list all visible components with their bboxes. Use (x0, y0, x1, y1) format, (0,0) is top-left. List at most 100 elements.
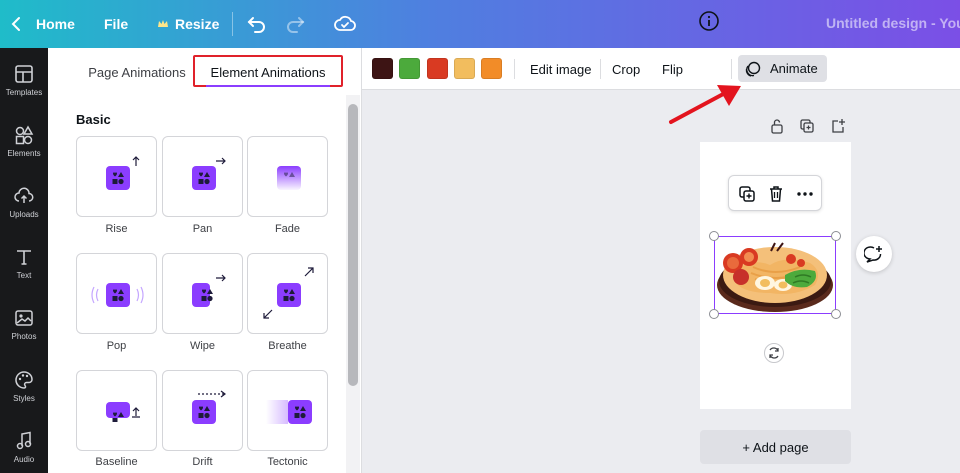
rail-label: Uploads (9, 210, 39, 219)
animation-tile-tectonic[interactable] (247, 370, 328, 451)
rail-item-text[interactable]: Text (0, 247, 48, 299)
animation-label: Pan (192, 223, 213, 235)
active-tab-indicator (206, 85, 330, 87)
resize-handle[interactable] (709, 309, 719, 319)
arrow-up-icon (132, 156, 140, 166)
rail-label: Styles (13, 394, 35, 403)
animation-label: Fade (274, 223, 301, 235)
selection-box (714, 236, 836, 314)
arrow-up-baseline-icon (132, 407, 140, 418)
animation-tile-rise[interactable] (76, 136, 157, 217)
home-button[interactable]: Home (10, 8, 75, 40)
animation-tile-breathe[interactable] (247, 253, 328, 334)
color-swatch[interactable] (427, 58, 448, 79)
animation-tile-pop[interactable] (76, 253, 157, 334)
resize-label: Resize (175, 16, 220, 32)
more-options-icon[interactable] (795, 184, 815, 204)
element-context-menu (728, 175, 822, 211)
arrow-right-icon (216, 274, 226, 282)
motion-trail (266, 400, 288, 424)
duplicate-page-icon[interactable] (799, 118, 815, 134)
text-icon (17, 250, 31, 265)
animation-tile-pan[interactable] (162, 136, 243, 217)
color-swatch[interactable] (372, 58, 393, 79)
toolbar-divider (731, 59, 732, 79)
rail-label: Elements (7, 149, 41, 158)
rail-item-audio[interactable]: Audio (0, 431, 48, 473)
animation-tile-fade[interactable] (247, 136, 328, 217)
color-swatch[interactable] (454, 58, 475, 79)
file-menu-button[interactable]: File (104, 8, 128, 40)
panel-scrollbar-thumb[interactable] (348, 104, 358, 386)
trash-icon[interactable] (766, 184, 786, 204)
rail-item-styles[interactable]: Styles (0, 370, 48, 422)
shapes-glyph-icon (192, 166, 216, 190)
shapes-glyph-icon (192, 400, 216, 424)
animation-label: Baseline (95, 456, 138, 468)
tab-page-animations[interactable]: Page Animations (86, 56, 188, 88)
cloud-sync-icon[interactable] (333, 12, 357, 36)
crop-button[interactable]: Crop (612, 59, 640, 79)
color-swatch[interactable] (481, 58, 502, 79)
design-title[interactable]: Untitled design - Your S (826, 15, 960, 31)
shapes-glyph-cropped-icon (106, 402, 130, 422)
rail-item-elements[interactable]: Elements (0, 125, 48, 177)
add-page-icon[interactable] (830, 118, 846, 134)
add-comment-button[interactable] (856, 236, 892, 272)
rail-item-uploads[interactable]: Uploads (0, 186, 48, 238)
left-rail: Templates Elements Uploads Text Photos S… (0, 48, 48, 473)
rail-label: Photos (11, 332, 37, 341)
animation-label: Breathe (268, 340, 307, 352)
rail-item-photos[interactable]: Photos (0, 308, 48, 360)
comment-add-icon (864, 246, 882, 263)
elements-icon (15, 125, 34, 145)
editor-toolbar: Edit image Crop Flip (362, 48, 960, 90)
animate-label: Animate (770, 61, 818, 76)
topbar-divider (232, 12, 233, 36)
edit-image-button[interactable]: Edit image (530, 59, 591, 79)
resize-button[interactable]: Resize (157, 8, 219, 40)
toolbar-divider (600, 59, 601, 79)
resize-handle[interactable] (831, 309, 841, 319)
animate-button[interactable]: Animate (738, 55, 827, 82)
shapes-glyph-icon (288, 400, 312, 424)
tab-highlight-box (193, 55, 343, 87)
shapes-glyph-icon (277, 283, 301, 307)
shapes-glyph-icon (106, 166, 130, 190)
lock-icon[interactable] (769, 118, 785, 134)
resize-handle[interactable] (709, 231, 719, 241)
file-label: File (104, 16, 129, 32)
flip-button[interactable]: Flip (662, 59, 683, 79)
redo-icon[interactable] (283, 12, 307, 36)
animation-tile-wipe[interactable] (162, 253, 243, 334)
add-page-button[interactable]: + Add page (700, 430, 851, 464)
arrow-diagonal-in-icon (263, 309, 273, 319)
duplicate-icon[interactable] (737, 184, 757, 204)
animation-tile-baseline[interactable] (76, 370, 157, 451)
animation-label: Pop (106, 340, 127, 352)
animation-label: Drift (192, 456, 213, 468)
shapes-glyph-partial-icon (192, 283, 213, 307)
upload-icon (14, 187, 34, 203)
animation-label: Tectonic (267, 456, 308, 468)
arrow-right-icon (216, 157, 226, 165)
home-label: Home (36, 16, 75, 32)
pop-waves-icon (91, 286, 144, 304)
rotate-handle[interactable] (764, 343, 784, 363)
undo-icon[interactable] (245, 12, 269, 36)
animations-panel: Page Animations Element Animations Basic… (48, 48, 362, 473)
rail-item-templates[interactable]: Templates (0, 64, 48, 116)
templates-icon (15, 65, 33, 83)
photos-icon (15, 310, 33, 326)
info-icon[interactable] (698, 10, 720, 32)
section-title: Basic (76, 112, 111, 127)
resize-handle[interactable] (831, 231, 841, 241)
crown-icon (158, 20, 168, 27)
animation-label: Wipe (189, 340, 216, 352)
animate-icon (745, 61, 761, 77)
rail-label: Templates (5, 88, 43, 97)
palette-icon (15, 371, 33, 389)
animation-tile-drift[interactable] (162, 370, 243, 451)
shapes-glyph-faded-icon (277, 166, 301, 190)
color-swatch[interactable] (399, 58, 420, 79)
